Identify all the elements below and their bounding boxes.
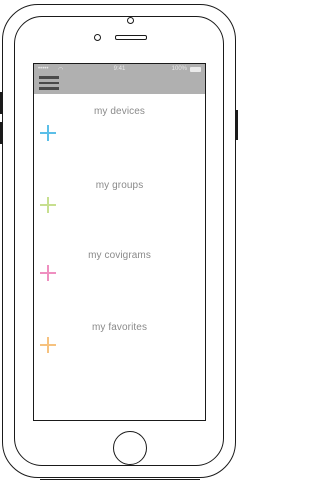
menu-item-my-groups[interactable]: my groups xyxy=(34,178,205,218)
menu-item-my-devices[interactable]: my devices xyxy=(34,104,205,144)
home-button[interactable] xyxy=(113,431,147,465)
power-button xyxy=(236,110,238,140)
plus-icon[interactable] xyxy=(39,264,57,282)
plus-icon[interactable] xyxy=(39,124,57,142)
menu-item-label: my favorites xyxy=(91,322,148,333)
menu-item-my-favorites[interactable]: my favorites xyxy=(34,320,205,360)
menu-item-label: my groups xyxy=(95,180,144,191)
battery-icon xyxy=(190,67,201,72)
plus-icon[interactable] xyxy=(39,196,57,214)
battery-percent: 100% xyxy=(171,66,187,72)
menu-item-my-covigrams[interactable]: my covigrams xyxy=(34,248,205,288)
phone-bottom-edge xyxy=(40,476,200,480)
earpiece-speaker xyxy=(115,35,147,40)
hamburger-line xyxy=(39,87,59,90)
status-bar: ••••• ◠ 9:41 100% xyxy=(34,64,205,94)
hamburger-menu-button[interactable] xyxy=(39,76,59,90)
menu-item-label: my devices xyxy=(93,106,145,117)
menu-item-label: my covigrams xyxy=(88,250,151,261)
proximity-sensor xyxy=(127,17,134,24)
plus-icon[interactable] xyxy=(39,336,57,354)
volume-button xyxy=(0,92,2,114)
hamburger-line xyxy=(39,76,59,79)
hamburger-line xyxy=(39,81,59,84)
screen: ••••• ◠ 9:41 100% my devices my groups m… xyxy=(33,63,206,421)
volume-button xyxy=(0,122,2,144)
front-camera xyxy=(94,34,101,41)
